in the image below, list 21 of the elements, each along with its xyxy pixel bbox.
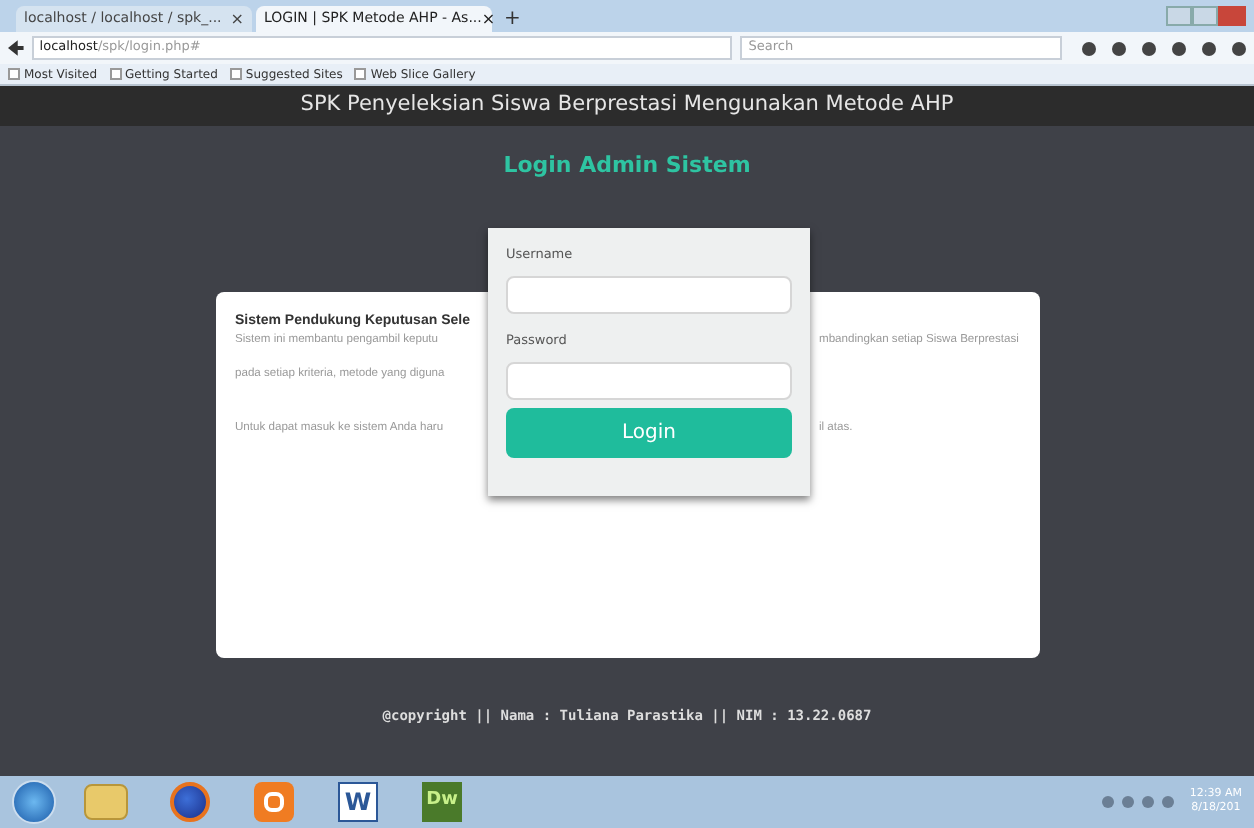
start-button[interactable] — [12, 780, 56, 824]
close-tab-button[interactable]: × — [230, 7, 244, 31]
folder-icon[interactable] — [84, 784, 128, 820]
toolbar-icon[interactable] — [1232, 41, 1246, 55]
toolbar-icon[interactable] — [1142, 41, 1156, 55]
toolbar-icon[interactable] — [1172, 41, 1186, 55]
login-heading: Login Admin Sistem — [503, 149, 751, 182]
word-icon[interactable]: W — [338, 782, 378, 822]
username-field[interactable] — [506, 276, 792, 314]
back-arrow-icon[interactable] — [8, 40, 24, 56]
toolbar-icon[interactable] — [1112, 41, 1126, 55]
toolbar-icon[interactable] — [1202, 41, 1216, 55]
toolbar-icon[interactable] — [1082, 41, 1096, 55]
close-tab-button[interactable]: × — [481, 7, 496, 31]
dreamweaver-icon[interactable]: Dw — [422, 782, 462, 822]
globe-icon[interactable] — [170, 782, 210, 822]
xampp-icon[interactable] — [254, 782, 294, 822]
new-tab-button[interactable]: + — [496, 6, 529, 32]
site-title: SPK Penyeleksian Siswa Berprestasi Mengunakan Metode AHP — [300, 90, 954, 121]
password-field[interactable] — [506, 362, 792, 400]
window-controls-icon[interactable] — [1166, 6, 1246, 26]
